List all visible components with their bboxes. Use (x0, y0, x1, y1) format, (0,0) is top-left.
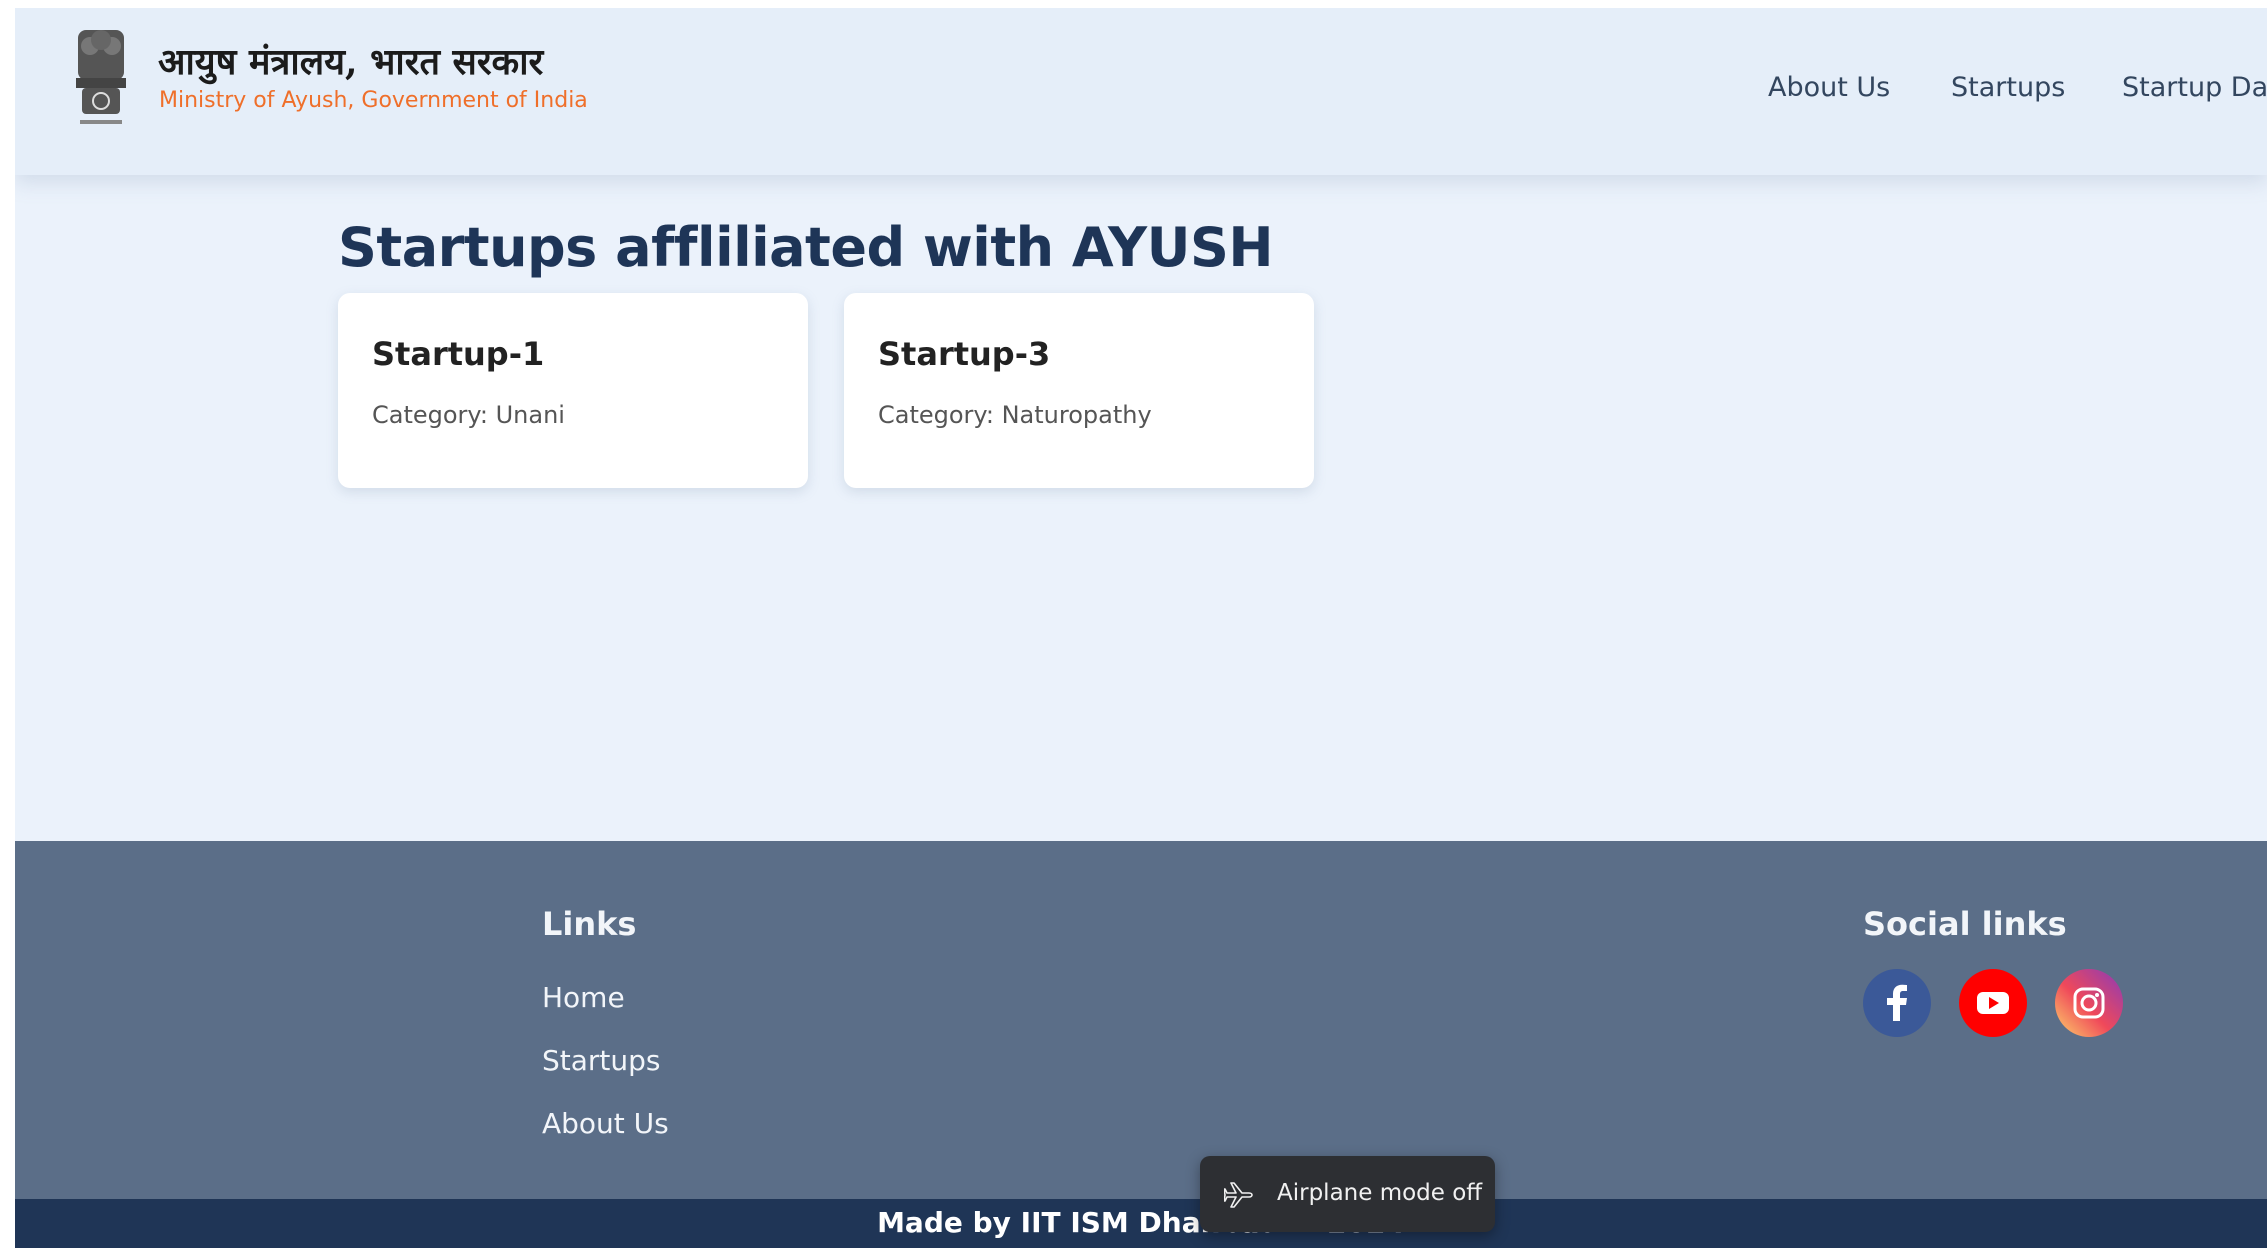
airplane-mode-toast: Airplane mode off (1200, 1156, 1495, 1232)
nav-startups[interactable]: Startups (1951, 72, 2065, 103)
startup-card[interactable]: Startup-1 Category: Unani (338, 293, 808, 488)
facebook-icon[interactable] (1863, 969, 1931, 1037)
copyright-text: Made by IIT ISM Dhanbad © 2024 (877, 1206, 1405, 1239)
footer-link-about-us[interactable]: About Us (542, 1107, 669, 1140)
nav-about-us[interactable]: About Us (1768, 72, 1890, 103)
nav-startup-dashboard[interactable]: Startup Da (2122, 72, 2267, 103)
page-title: Startups affliliated with AYUSH (338, 216, 1274, 279)
instagram-icon[interactable] (2055, 969, 2123, 1037)
youtube-icon[interactable] (1959, 969, 2027, 1037)
site-header: आयुष मंत्रालय, भारत सरकार Ministry of Ay… (15, 8, 2267, 175)
toast-message: Airplane mode off (1277, 1180, 1483, 1206)
page: आयुष मंत्रालय, भारत सरकार Ministry of Ay… (15, 8, 2267, 1248)
social-links-heading: Social links (1863, 905, 2067, 943)
startup-card-category: Category: Naturopathy (878, 401, 1152, 429)
footer-link-startups[interactable]: Startups (542, 1044, 661, 1077)
startup-card-title: Startup-3 (878, 335, 1051, 373)
startup-card-category: Category: Unani (372, 401, 565, 429)
national-emblem-icon (76, 30, 126, 124)
links-heading: Links (542, 905, 637, 943)
airplane-icon (1224, 1182, 1253, 1208)
ministry-hindi-title: आयुष मंत्रालय, भारत सरकार (158, 41, 544, 83)
ministry-english-title: Ministry of Ayush, Government of India (159, 88, 588, 113)
footer-link-home[interactable]: Home (542, 981, 625, 1014)
startup-card-title: Startup-1 (372, 335, 545, 373)
startup-card[interactable]: Startup-3 Category: Naturopathy (844, 293, 1314, 488)
site-footer: Links Home Startups About Us Social link… (15, 841, 2267, 1199)
